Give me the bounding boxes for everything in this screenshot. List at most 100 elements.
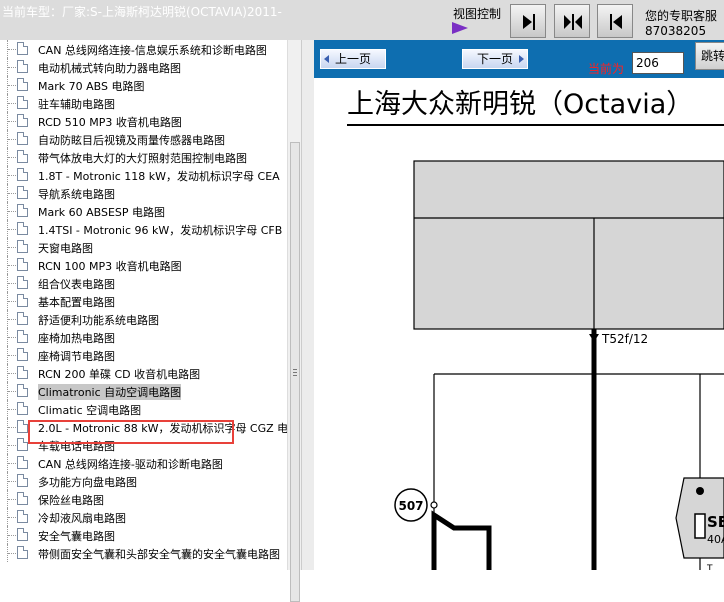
tree-item[interactable]: RCN 100 MP3 收音机电路图 — [0, 256, 287, 274]
document-icon — [17, 348, 28, 361]
contact-phone: 87038205 — [645, 24, 707, 38]
tree-item[interactable]: Climatronic 自动空调电路图 — [0, 382, 287, 400]
tree-item-label: 安全气囊电路图 — [38, 530, 115, 543]
tree-item-label: 舒适便利功能系统电路图 — [38, 314, 159, 327]
tree-item[interactable]: 冷却液风扇电路图 — [0, 508, 287, 526]
view-split-button[interactable] — [554, 4, 590, 38]
view-arrow-icon[interactable] — [452, 22, 468, 34]
jump-button[interactable]: 跳转 — [695, 42, 724, 70]
current-page-label: 当前为 — [588, 62, 625, 76]
tree-item[interactable]: Climatic 空调电路图 — [0, 400, 287, 418]
tree-item[interactable]: CAN 总线网络连接-驱动和诊断电路图 — [0, 454, 287, 472]
document-icon — [17, 204, 28, 217]
document-icon — [17, 114, 28, 127]
scrollbar-thumb[interactable] — [290, 142, 300, 602]
document-icon — [17, 150, 28, 163]
document-icon — [17, 222, 28, 235]
diagram-viewer: 上海大众新明锐（Octavia） T52f/12 507 SE 40A T — [314, 78, 724, 570]
tree-item[interactable]: CAN 总线网络连接-信息娱乐系统和诊断电路图 — [0, 40, 287, 58]
tree-item[interactable]: 天窗电路图 — [0, 238, 287, 256]
tree-item-label: 多功能方向盘电路图 — [38, 476, 137, 489]
fuse-rating: 40A — [707, 533, 724, 546]
tree-item[interactable]: 多功能方向盘电路图 — [0, 472, 287, 490]
tree-item[interactable]: 安全气囊电路图 — [0, 526, 287, 544]
document-icon — [17, 366, 28, 379]
document-icon — [17, 168, 28, 181]
document-icon — [17, 132, 28, 145]
tree-item[interactable]: Mark 60 ABSESP 电路图 — [0, 202, 287, 220]
page-toolbar: 上一页 下一页 当前为 206 跳转 — [314, 40, 724, 78]
view-left-panel-button[interactable] — [597, 4, 633, 38]
tree-item[interactable]: 基本配置电路图 — [0, 292, 287, 310]
tree-item[interactable]: 保险丝电路图 — [0, 490, 287, 508]
relay-box — [413, 160, 724, 330]
tree-item-label: 天窗电路图 — [38, 242, 93, 255]
tree-item-label: 驻车辅助电路图 — [38, 98, 115, 111]
tree-item-label: 1.8T - Motronic 118 kW，发动机标识字母 CEA — [38, 170, 280, 183]
document-icon — [17, 96, 28, 109]
document-icon — [17, 510, 28, 523]
tree-scrollbar[interactable] — [287, 40, 301, 602]
tree-item-label: RCD 510 MP3 收音机电路图 — [38, 116, 182, 129]
arrow-right-bar-icon — [523, 14, 535, 30]
tree-item[interactable]: RCD 510 MP3 收音机电路图 — [0, 112, 287, 130]
contact-info: 您的专职客服 87038205 — [645, 9, 717, 39]
next-page-label: 下一页 — [476, 52, 513, 66]
contact-line-1: 您的专职客服 — [645, 9, 718, 23]
page-number-input[interactable]: 206 — [632, 52, 684, 74]
tree-item-label: CAN 总线网络连接-驱动和诊断电路图 — [38, 458, 223, 471]
document-icon — [17, 438, 28, 451]
tree-item-label: 座椅加热电路图 — [38, 332, 115, 345]
tree-item[interactable]: 导航系统电路图 — [0, 184, 287, 202]
document-icon — [17, 492, 28, 505]
pane-splitter[interactable] — [301, 40, 314, 570]
document-icon — [17, 528, 28, 541]
tree-item-label: 电动机械式转向助力器电路图 — [38, 62, 181, 75]
tree-item[interactable]: 自动防眩目后视镜及雨量传感器电路图 — [0, 130, 287, 148]
tree-item-label: RCN 100 MP3 收音机电路图 — [38, 260, 182, 273]
tree-item[interactable]: 座椅加热电路图 — [0, 328, 287, 346]
tree-item[interactable]: 1.8T - Motronic 118 kW，发动机标识字母 CEA — [0, 166, 287, 184]
tree-item-label: 导航系统电路图 — [38, 188, 115, 201]
tree-item-label: Climatic 空调电路图 — [38, 404, 142, 417]
tree-item[interactable]: Mark 70 ABS 电路图 — [0, 76, 287, 94]
tree-item-label: RCN 200 单碟 CD 收音机电路图 — [38, 368, 201, 381]
top-bar: 当前车型：厂家:S-上海斯柯达明锐(OCTAVIA)2011- 视图控制 您的专… — [0, 0, 724, 40]
arrow-left-bar-icon — [610, 14, 622, 30]
split-arrows-icon — [564, 14, 582, 30]
prev-page-label: 上一页 — [334, 52, 371, 66]
tree-item-label: 带侧面安全气囊和头部安全气囊的安全气囊电路图 — [38, 548, 280, 561]
document-icon — [17, 456, 28, 469]
prev-arrow-icon — [324, 55, 329, 63]
document-icon — [17, 420, 28, 433]
document-icon — [17, 384, 28, 397]
document-icon — [17, 546, 28, 559]
document-icon — [17, 402, 28, 415]
selection-highlight-box — [28, 420, 234, 444]
tree-item[interactable]: 1.4TSI - Motronic 96 kW，发动机标识字母 CFB — [0, 220, 287, 238]
next-page-button[interactable]: 下一页 — [462, 49, 528, 69]
tree-item-label: 冷却液风扇电路图 — [38, 512, 126, 525]
document-icon — [17, 42, 28, 55]
document-icon — [17, 294, 28, 307]
document-icon — [17, 240, 28, 253]
tree-item[interactable]: 电动机械式转向助力器电路图 — [0, 58, 287, 76]
tree-item[interactable]: 舒适便利功能系统电路图 — [0, 310, 287, 328]
tree-item-label: CAN 总线网络连接-信息娱乐系统和诊断电路图 — [38, 44, 267, 57]
prev-page-button[interactable]: 上一页 — [320, 49, 386, 69]
document-icon — [17, 474, 28, 487]
tree-item-label: Mark 60 ABSESP 电路图 — [38, 206, 166, 219]
wiring-diagram: T52f/12 507 SE 40A T — [394, 160, 724, 570]
tree-item-label: 自动防眩目后视镜及雨量传感器电路图 — [38, 134, 225, 147]
document-icon — [17, 330, 28, 343]
tree-item-label: Climatronic 自动空调电路图 — [38, 384, 182, 400]
tree-item[interactable]: 驻车辅助电路图 — [0, 94, 287, 112]
next-arrow-icon — [519, 55, 524, 63]
tree-item[interactable]: 带气体放电大灯的大灯照射范围控制电路图 — [0, 148, 287, 166]
tree-item[interactable]: 座椅调节电路图 — [0, 346, 287, 364]
tree-item[interactable]: 带侧面安全气囊和头部安全气囊的安全气囊电路图 — [0, 544, 287, 562]
document-icon — [17, 78, 28, 91]
view-right-panel-button[interactable] — [510, 4, 546, 38]
tree-item[interactable]: RCN 200 单碟 CD 收音机电路图 — [0, 364, 287, 382]
tree-item[interactable]: 组合仪表电路图 — [0, 274, 287, 292]
